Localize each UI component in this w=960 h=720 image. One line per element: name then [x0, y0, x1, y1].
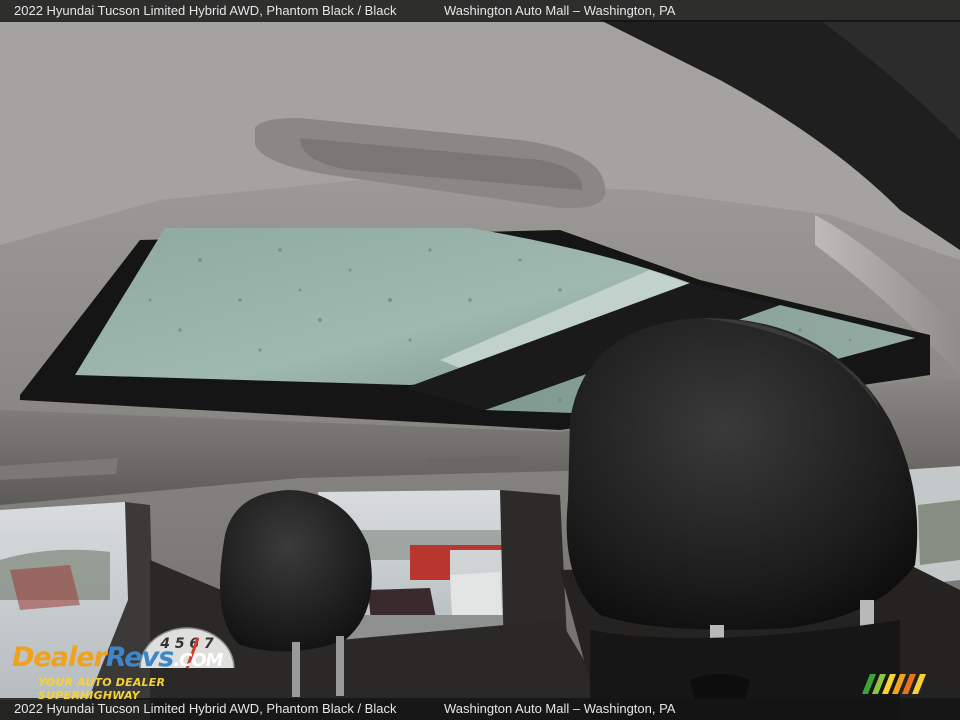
photo-frame: 2022 Hyundai Tucson Limited Hybrid AWD, …	[0, 0, 960, 720]
car-interior-photo	[0, 0, 960, 720]
logo-word-revs: Revs	[105, 642, 174, 673]
dealerrevs-logo: 4 5 6 7 DealerRevs.COM YOUR AUTO DEALER …	[12, 626, 267, 702]
logo-word-dealer: Dealer	[12, 642, 107, 673]
vehicle-caption: 2022 Hyundai Tucson Limited Hybrid AWD, …	[14, 3, 397, 18]
logo-wordmark: DealerRevs.COM	[12, 642, 224, 673]
dealer-caption-bottom: Washington Auto Mall – Washington, PA	[444, 701, 676, 716]
stripes-logo-icon	[862, 674, 926, 694]
caption-bar-top: 2022 Hyundai Tucson Limited Hybrid AWD, …	[0, 0, 960, 22]
logo-word-com: .COM	[173, 650, 223, 671]
dealer-caption: Washington Auto Mall – Washington, PA	[444, 3, 676, 18]
logo-tagline: YOUR AUTO DEALER SUPERHIGHWAY	[38, 676, 166, 702]
